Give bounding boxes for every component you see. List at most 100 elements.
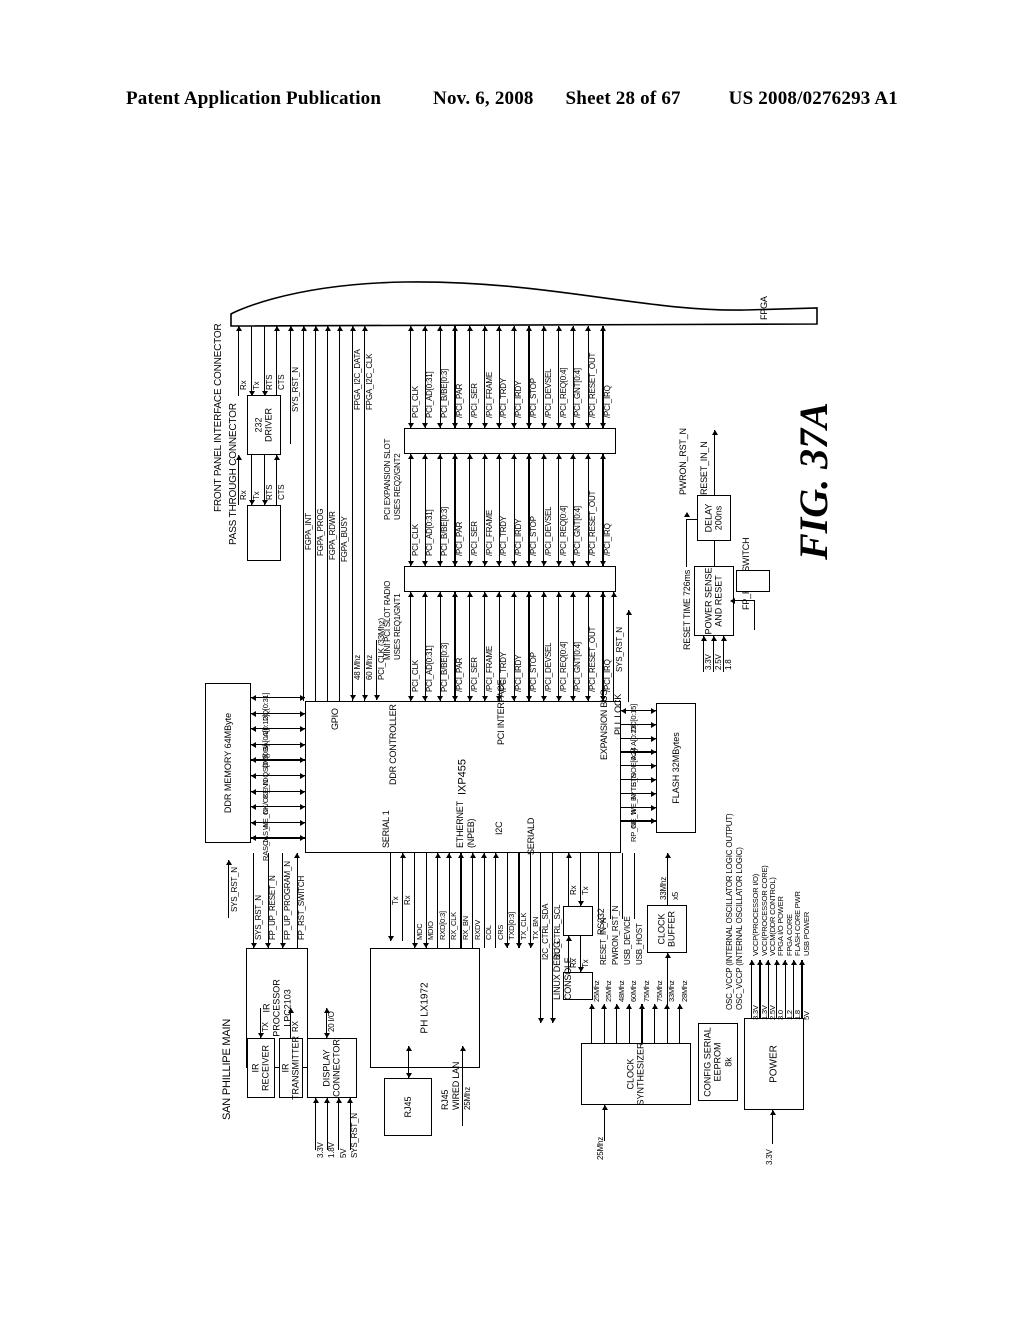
arrow-pci-bot-up-13 [599,592,606,597]
arrow-pwr-rail-0 [748,960,755,965]
rs232-block [563,906,593,936]
sig-usb-host: USB_HOST [635,923,644,965]
line-synth-out-4 [641,1004,643,1043]
arrow-eth-9 [515,943,522,948]
sig-pci-bot-11: /PCI_GNT[0:4] [573,642,583,692]
arrow-exp-r-4 [651,763,656,770]
line-ddr-4 [251,759,305,761]
sig-cts-top: CTS [277,374,286,390]
delay-label: DELAY 200ns [703,503,724,533]
arrow-48mhz [349,695,356,700]
line-synth-out-6 [666,1004,668,1043]
sig-pci-mid-6: /PCI_TRDY [499,516,509,556]
arrow-pci-mid-down-10 [555,561,562,566]
arrow-pci-top-down-4 [466,423,473,428]
arrow-exp-l-0 [621,708,626,714]
sig-pci-top-3: /PCI_PAR [454,383,464,418]
arrow-ddr-l-4 [251,757,256,764]
sig-eth-1: MDIO [426,921,436,940]
232-driver-label: 232 DRIVER [253,407,274,443]
arrow-pci-bot-up-5 [481,592,488,597]
arrow-exp-r-1 [651,721,656,728]
arrow-disp-rail-1 [324,1098,330,1103]
arrow-ddr-r-6 [300,788,305,795]
sig-pci-top-10: /PCI_REQ[0:4] [558,367,568,418]
clock-buffer-label: CLOCK BUFFER [656,911,677,947]
arrow-fgpa-busy [336,326,343,331]
arrow-clkbuf-in [664,953,671,958]
arrow-phy-25mhz [459,1046,466,1051]
ixp455-label: IXP455 [456,758,469,796]
line-fprst-v [754,600,756,630]
sig-pci-top-5: /PCI_FRAME [484,371,494,418]
sig-rts-top: RTS [265,374,274,390]
sig-pci-mid-2: PCI_B/BE[0:3] [440,507,450,556]
sig-console-tx: Tx [581,959,590,969]
arrow-ddr-l-0 [251,695,256,701]
arrow-pci-bot-up-11 [570,592,577,597]
sig-pci-bot-3: /PCI_PAR [454,657,464,692]
arrow-pci-mid-down-11 [570,561,577,566]
arrow-pci-mid-up-10 [555,454,562,459]
sig-pci-bot-5: /PCI_FRAME [484,645,494,692]
sig-pci-mid-8: /PCI_STOP [528,516,538,556]
arrow-fpga-i2c-clk [361,326,368,331]
arrow-disp-rail-0 [312,1098,319,1103]
reset-time-label: RESET TIME 726ms [682,570,692,650]
i2c-label: I2C [494,821,504,835]
arrow-ddr-r-7 [300,804,305,811]
arrow-eth-5 [469,853,476,858]
arrow-sys-rst-n-top [287,326,294,331]
line-ddr-3 [251,743,305,745]
clock-buffer-block: CLOCK BUFFER [647,905,687,953]
arrow-pci-bot-up-9 [540,592,547,597]
sig-sys-rst-n-top: SYS_RST_N [291,367,300,412]
arrow-60mhz [361,695,368,700]
sig-synth-out-4: 75Mhz [641,980,651,1002]
sig-fgpa-rdwr: FGPA_RDWR [328,511,337,560]
arrow-ps-25v [710,636,717,641]
sig-pci-bot-2: PCI_B/BE[0:3] [440,643,450,692]
arrow-rj45-up [405,1046,412,1051]
line-ddr-8 [251,821,305,823]
arrow-ps-33v [700,636,707,641]
arrow-serial1-rx [399,853,406,858]
sig-rx-top: Rx [239,380,248,390]
arrow-pci-mid-up-7 [511,454,518,459]
sig-fgpa-int: FGPA_INT [304,513,313,550]
sig-power-in: 3.3V [765,1149,774,1165]
rj45-block: RJ45 [384,1078,432,1136]
sig-exp-8: RP_N [629,823,638,843]
arrow-sys-rst-n-pci [610,592,617,597]
arrow-pci-mid-down-1 [422,561,429,566]
ddr-memory-block: DDR MEMORY 64MByte [205,683,251,843]
sig-synth-in: 25Mhz [596,1136,605,1160]
arrow-pwr-rail-1 [756,960,763,965]
arrow-pci-mid-up-4 [466,454,473,459]
serial1-label: SERIAL 1 [381,810,391,848]
arrow-pci-top-down-0 [407,423,414,428]
arrow-power-in [769,1110,776,1115]
ethernet-label: ETHERNET (NPEB) [455,801,476,848]
232-driver-block: 232 DRIVER [247,395,281,455]
arrow-pci-mid-up-11 [570,454,577,459]
config-serial-eeprom-label: CONFIG SERIAL EEPROM 8k [702,1027,734,1097]
arrow-pwr-rail-4 [782,960,789,965]
arrow-pci-bot-up-4 [466,592,473,597]
arrow-rts-top [261,391,268,396]
arrow-pci-bot-up-10 [555,592,562,597]
fpga-label: FPGA [759,296,769,320]
ir-transmitter-label: IR TRANSMITTER [280,1036,301,1100]
arrow-clkbuf-out [664,853,671,858]
arrow-pwr-rail-6 [798,960,805,965]
arrow-sysrst-ddr [225,860,232,865]
arrow-pci-top-down-9 [540,423,547,428]
sig-pci-top-7: /PCI_IRDY [514,380,524,418]
sig-pci-mid-4: /PCI_SER [469,521,479,556]
sig-synth-out-5: 75Mhz [654,980,664,1002]
arrow-ddr-l-6 [251,788,256,795]
sig-eth-0: MDC [414,923,424,940]
arrow-pci-bot-up-6 [496,592,503,597]
arrow-pci-top-up-7 [511,326,518,331]
sig-usb-device: USB_DEVICE [623,916,632,965]
